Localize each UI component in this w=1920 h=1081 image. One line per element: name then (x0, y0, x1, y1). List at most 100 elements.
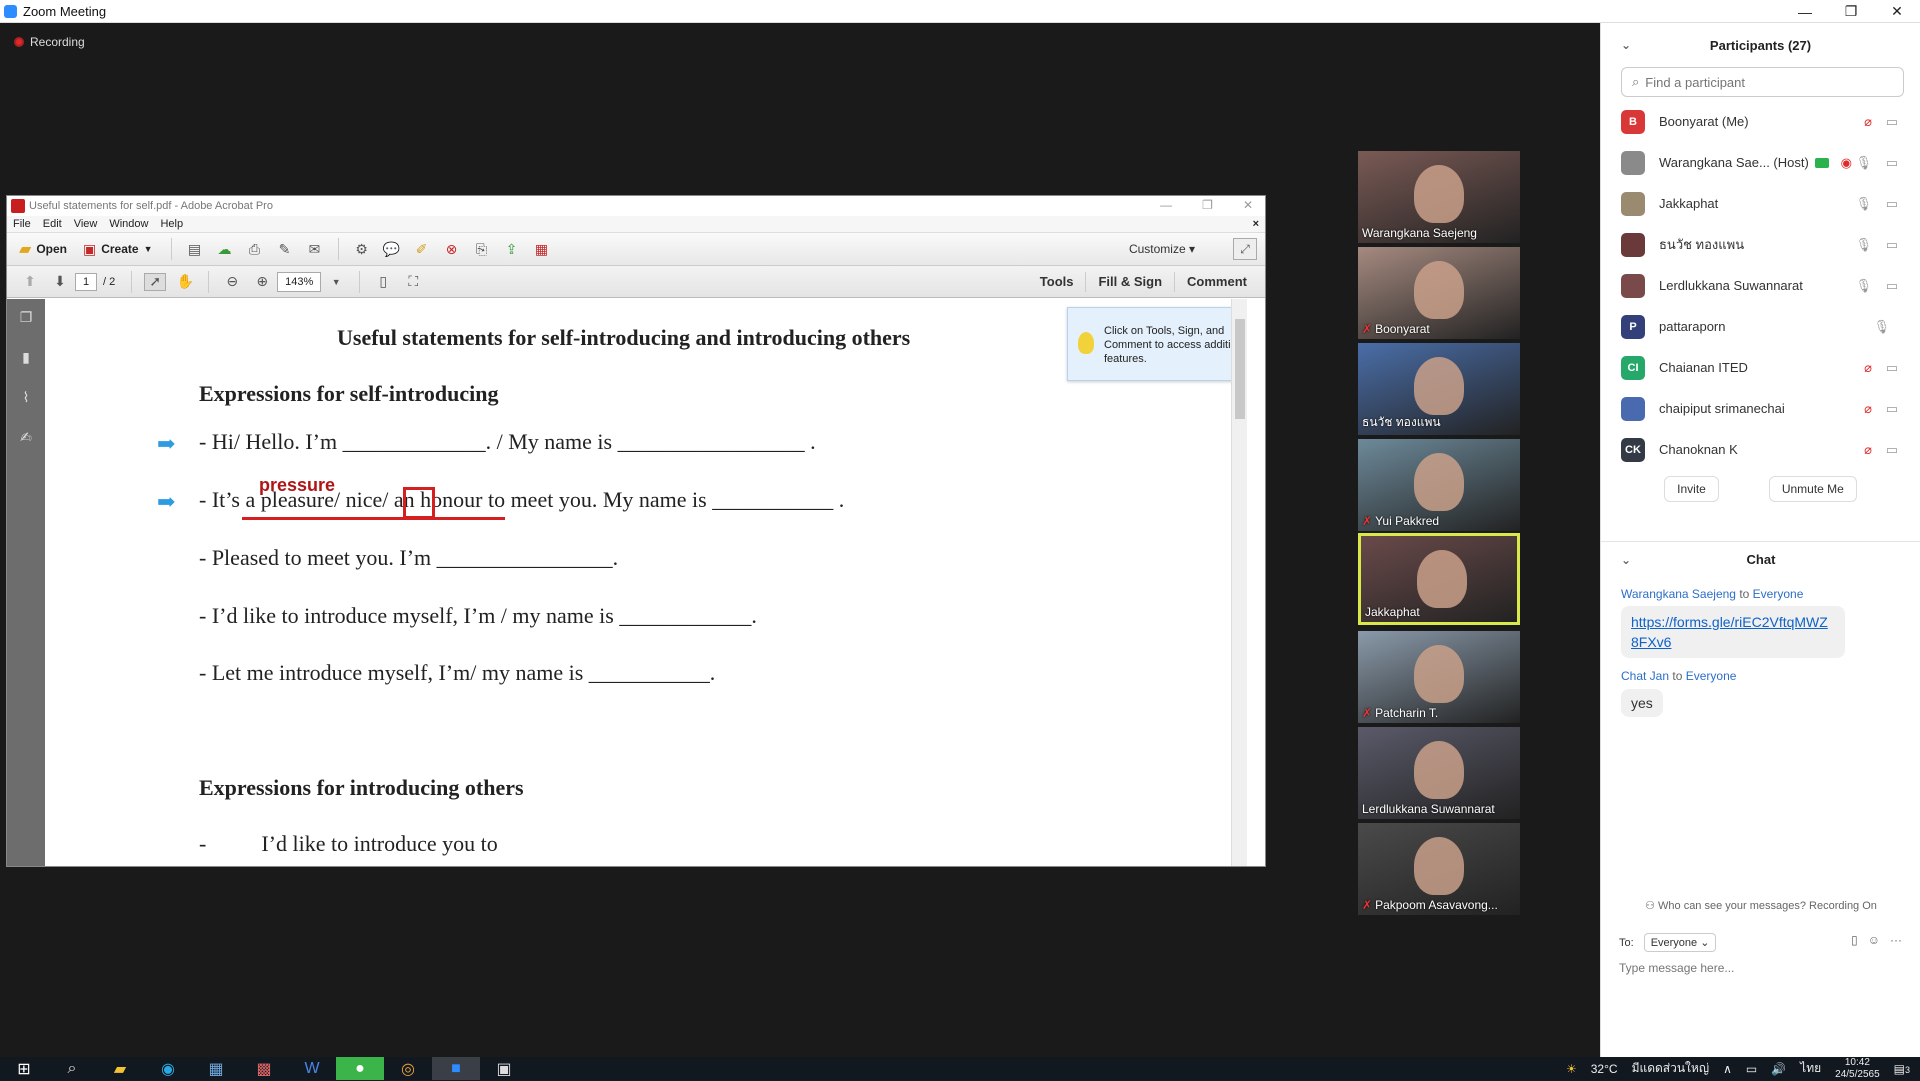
windows-start-icon[interactable]: ⊞ (0, 1057, 48, 1080)
zoom-level-input[interactable]: 143% (277, 271, 322, 292)
doc-close-icon[interactable]: × (1253, 218, 1259, 230)
attachments-icon[interactable]: ⌇ (16, 389, 36, 409)
word-icon[interactable]: W (288, 1057, 336, 1080)
email-icon[interactable]: ✉ (304, 240, 326, 258)
app-icon[interactable]: ▣ (480, 1057, 528, 1080)
menu-help[interactable]: Help (160, 218, 183, 230)
mic-off-icon[interactable]: ⌀ (1864, 114, 1872, 130)
cloud-upload-icon[interactable]: ☁ (214, 240, 236, 258)
video-camera-icon[interactable]: ▭ (1886, 114, 1898, 130)
menu-window[interactable]: Window (109, 218, 148, 230)
line-icon[interactable]: ● (336, 1057, 384, 1080)
open-button[interactable]: ▰ Open (13, 236, 73, 262)
pages-icon[interactable]: ❐ (16, 309, 36, 329)
zoom-dropdown-icon[interactable]: ▼ (325, 273, 347, 291)
weather-icon[interactable]: ☀ (1566, 1062, 1577, 1076)
highlight-icon[interactable]: ✐ (411, 240, 433, 258)
minimize-button[interactable]: — (1782, 0, 1828, 23)
chrome-icon[interactable]: ◎ (384, 1057, 432, 1080)
menu-view[interactable]: View (74, 218, 98, 230)
delete-icon[interactable]: ⊗ (441, 240, 463, 258)
recording-indicator[interactable]: Recording (14, 35, 85, 49)
chat-input[interactable] (1619, 961, 1909, 975)
signatures-icon[interactable]: ✍ (16, 429, 36, 449)
video-camera-icon[interactable]: ▭ (1886, 442, 1898, 458)
emoji-icon[interactable]: ☺ (1868, 933, 1880, 947)
video-tile[interactable]: ✗ Boonyarat (1358, 247, 1520, 339)
microphone-icon[interactable]: 🎙 (1855, 196, 1872, 212)
chevron-down-icon[interactable]: ⌄ (1621, 553, 1631, 567)
weather-temp[interactable]: 32°C (1591, 1062, 1618, 1076)
scrollbar-thumb[interactable] (1235, 319, 1245, 419)
restore-button[interactable]: ❐ (1828, 0, 1874, 23)
save-icon[interactable]: ▤ (184, 240, 206, 258)
edge-icon[interactable]: ◉ (144, 1057, 192, 1080)
volume-icon[interactable]: 🔊 (1771, 1062, 1786, 1076)
vertical-scrollbar[interactable] (1231, 299, 1247, 866)
menu-file[interactable]: File (13, 218, 31, 230)
participant-row[interactable]: Ppattaraporn 🎙 (1601, 306, 1920, 347)
video-tile[interactable]: ธนวัช ทองแพน (1358, 343, 1520, 435)
mic-off-icon[interactable]: ⌀ (1864, 360, 1872, 376)
microphone-icon[interactable]: 🎙 (1855, 278, 1872, 294)
pdf-page[interactable]: Useful statements for self-introducing a… (47, 299, 1247, 866)
participant-row[interactable]: ธนวัช ทองแพน 🎙 ▭ (1601, 224, 1920, 265)
fit-page-icon[interactable]: ▯ (372, 273, 394, 291)
comment-icon[interactable]: 💬 (381, 240, 403, 258)
participant-row[interactable]: Lerdlukkana Suwannarat 🎙 ▭ (1601, 265, 1920, 306)
forms-icon[interactable]: ▦ (531, 240, 553, 258)
tray-chevron-icon[interactable]: ∧ (1723, 1062, 1732, 1076)
search-icon[interactable]: ⌕ (48, 1057, 96, 1080)
next-page-icon[interactable]: ⬇ (49, 273, 71, 291)
video-tile[interactable]: ✗ Yui Pakkred (1358, 439, 1520, 531)
microphone-icon[interactable]: 🎙 (1873, 319, 1890, 335)
microphone-icon[interactable]: 🎙 (1855, 237, 1872, 253)
recipient-select[interactable]: Everyone ⌄ (1643, 933, 1717, 952)
participant-row[interactable]: CK Chanoknan K ⌀ ▭ (1601, 429, 1920, 470)
mic-off-icon[interactable]: ⌀ (1864, 401, 1872, 417)
video-camera-icon[interactable]: ▭ (1886, 155, 1898, 171)
close-button[interactable]: ✕ (1874, 0, 1920, 23)
zoom-taskbar-icon[interactable]: ■ (432, 1057, 480, 1080)
tab-tools[interactable]: Tools (1028, 272, 1086, 292)
microphone-icon[interactable]: 🎙 (1855, 155, 1872, 171)
participant-row[interactable]: Jakkaphat 🎙 ▭ (1601, 183, 1920, 224)
video-camera-icon[interactable]: ▭ (1886, 237, 1898, 253)
bookmarks-icon[interactable]: ▮ (16, 349, 36, 369)
weather-desc[interactable]: มีแดดส่วนใหญ่ (1632, 1059, 1710, 1078)
ac-minimize-icon[interactable]: — (1160, 198, 1172, 212)
participant-row[interactable]: chaipiput srimanechai ⌀ ▭ (1601, 388, 1920, 429)
zoom-in-icon[interactable]: ⊕ (251, 273, 273, 291)
mic-off-icon[interactable]: ⌀ (1864, 442, 1872, 458)
page-number-input[interactable]: 1 (75, 272, 97, 291)
prev-page-icon[interactable]: ⬆ (19, 273, 41, 291)
participant-search[interactable]: ⌕ (1621, 67, 1904, 97)
expand-icon[interactable]: ⤢ (1233, 238, 1257, 260)
clock[interactable]: 10:42 24/5/2565 (1835, 1057, 1880, 1081)
notification-icon[interactable]: ▤3 (1894, 1062, 1910, 1076)
language-indicator[interactable]: ไทย (1800, 1059, 1821, 1078)
create-button[interactable]: ▣ Create ▼ (77, 238, 159, 261)
edit-icon[interactable]: ✎ (274, 240, 296, 258)
video-tile[interactable]: ✗ Pakpoom Asavavong... (1358, 823, 1520, 915)
search-input[interactable] (1645, 74, 1896, 90)
app-icon[interactable]: ▩ (240, 1057, 288, 1080)
settings-icon[interactable]: ⚙ (351, 240, 373, 258)
review-icon[interactable]: ⎘ (471, 240, 493, 258)
export-icon[interactable]: ⇪ (501, 240, 523, 258)
full-screen-icon[interactable]: ⛶ (402, 273, 424, 291)
participant-row[interactable]: B Boonyarat (Me) ⌀ ▭ (1601, 101, 1920, 142)
video-camera-icon[interactable]: ▭ (1886, 401, 1898, 417)
print-icon[interactable]: ⎙ (244, 240, 266, 258)
tab-comment[interactable]: Comment (1174, 272, 1259, 292)
file-explorer-icon[interactable]: ▰ (96, 1057, 144, 1080)
network-icon[interactable]: ▭ (1746, 1062, 1757, 1076)
chat-visibility-note[interactable]: ⚇ Who can see your messages? Recording O… (1601, 899, 1920, 912)
zoom-out-icon[interactable]: ⊖ (221, 273, 243, 291)
ac-restore-icon[interactable]: ❐ (1202, 198, 1213, 212)
video-camera-icon[interactable]: ▭ (1886, 360, 1898, 376)
select-tool-icon[interactable]: ➚ (144, 272, 167, 291)
customize-dropdown[interactable]: Customize ▾ (1129, 242, 1195, 256)
video-tile[interactable]: Warangkana Saejeng (1358, 151, 1520, 243)
video-camera-icon[interactable]: ▭ (1886, 278, 1898, 294)
